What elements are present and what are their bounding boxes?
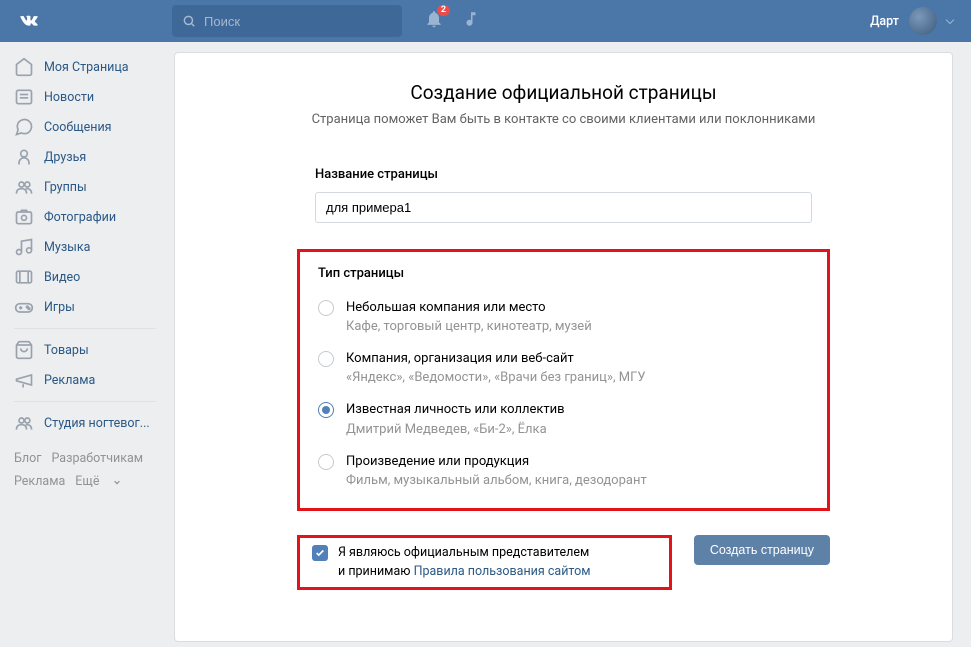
sidebar-item-label: Сообщения bbox=[44, 120, 112, 135]
sidebar-item-8[interactable]: Игры bbox=[6, 292, 164, 322]
radio-subtitle: Кафе, торговый центр, кинотеатр, музей bbox=[346, 319, 809, 334]
ads-icon bbox=[14, 370, 34, 390]
radio-button[interactable] bbox=[318, 351, 334, 367]
sidebar-item3-0[interactable]: Студия ногтевог... bbox=[6, 408, 164, 438]
radio-title: Известная личность или коллектив bbox=[346, 401, 809, 419]
market-icon bbox=[14, 340, 34, 360]
agree-text: Я являюсь официальным представителем и п… bbox=[338, 544, 591, 582]
page-subtitle: Страница поможет Вам быть в контакте со … bbox=[175, 112, 952, 127]
sidebar-item2-0[interactable]: Товары bbox=[6, 335, 164, 365]
header: 2 Дарт bbox=[0, 0, 971, 42]
footer-more[interactable]: Ещё bbox=[75, 471, 121, 494]
groups-icon bbox=[14, 413, 34, 433]
page-name-input[interactable] bbox=[315, 192, 812, 223]
sidebar-item-label: Игры bbox=[44, 300, 75, 315]
friends-icon bbox=[14, 147, 34, 167]
sidebar-item-label: Фотографии bbox=[44, 210, 116, 225]
sidebar-item2-1[interactable]: Реклама bbox=[6, 365, 164, 395]
sidebar-item-label: Студия ногтевог... bbox=[44, 416, 150, 431]
sidebar-item-1[interactable]: Новости bbox=[6, 82, 164, 112]
sidebar-item-4[interactable]: Группы bbox=[6, 172, 164, 202]
vk-logo[interactable] bbox=[14, 6, 44, 36]
news-icon bbox=[14, 87, 34, 107]
type-label: Тип страницы bbox=[318, 266, 809, 281]
agree-checkbox[interactable] bbox=[312, 545, 328, 561]
footer-devs[interactable]: Разработчикам bbox=[51, 451, 143, 466]
photos-icon bbox=[14, 207, 34, 227]
page-title: Создание официальной страницы bbox=[175, 81, 952, 104]
messages-icon bbox=[14, 117, 34, 137]
type-section-highlight: Тип страницы Небольшая компания или мест… bbox=[297, 249, 830, 511]
footer-links: Блог Разработчикам Реклама Ещё bbox=[6, 438, 164, 493]
page-type-option-1[interactable]: Компания, организация или веб-сайт «Яндек… bbox=[318, 342, 809, 393]
sidebar-item-label: Музыка bbox=[44, 240, 90, 255]
radio-button[interactable] bbox=[318, 402, 334, 418]
sidebar-item-label: Моя Страница bbox=[44, 60, 129, 75]
main-content: Создание официальной страницы Страница п… bbox=[174, 52, 953, 642]
music-icon bbox=[14, 237, 34, 257]
page-type-option-2[interactable]: Известная личность или коллектив Дмитрий … bbox=[318, 393, 809, 444]
avatar bbox=[909, 7, 937, 35]
sidebar-item-label: Друзья bbox=[44, 150, 86, 165]
radio-title: Небольшая компания или место bbox=[346, 299, 809, 317]
home-icon bbox=[14, 57, 34, 77]
footer-blog[interactable]: Блог bbox=[14, 451, 41, 466]
sidebar-item-label: Товары bbox=[44, 343, 89, 358]
page-type-option-0[interactable]: Небольшая компания или место Кафе, торгов… bbox=[318, 291, 809, 342]
search-icon bbox=[182, 14, 196, 28]
radio-subtitle: Дмитрий Медведев, «Би-2», Ёлка bbox=[346, 422, 809, 437]
chevron-down-icon bbox=[946, 16, 954, 24]
username: Дарт bbox=[870, 14, 899, 29]
radio-subtitle: «Яндекс», «Ведомости», «Врачи без границ… bbox=[346, 370, 809, 385]
sidebar-item-2[interactable]: Сообщения bbox=[6, 112, 164, 142]
groups-icon bbox=[14, 177, 34, 197]
name-label: Название страницы bbox=[315, 167, 812, 182]
radio-button[interactable] bbox=[318, 454, 334, 470]
sidebar-item-label: Реклама bbox=[44, 373, 95, 388]
create-page-button[interactable]: Создать страницу bbox=[694, 535, 830, 565]
sidebar-item-label: Группы bbox=[44, 180, 87, 195]
user-menu[interactable]: Дарт bbox=[870, 7, 963, 35]
radio-title: Компания, организация или веб-сайт bbox=[346, 350, 809, 368]
video-icon bbox=[14, 267, 34, 287]
footer-ads[interactable]: Реклама bbox=[14, 474, 65, 489]
sidebar-item-label: Видео bbox=[44, 270, 80, 285]
games-icon bbox=[14, 297, 34, 317]
sidebar-item-5[interactable]: Фотографии bbox=[6, 202, 164, 232]
sidebar: Моя Страница Новости Сообщения Друзья Группы… bbox=[0, 52, 164, 642]
notification-badge: 2 bbox=[437, 5, 450, 16]
terms-link[interactable]: Правила пользования сайтом bbox=[414, 564, 591, 579]
notifications-icon[interactable]: 2 bbox=[424, 9, 444, 33]
radio-button[interactable] bbox=[318, 300, 334, 316]
sidebar-item-0[interactable]: Моя Страница bbox=[6, 52, 164, 82]
search-box[interactable] bbox=[172, 5, 402, 37]
sidebar-item-3[interactable]: Друзья bbox=[6, 142, 164, 172]
page-type-option-3[interactable]: Произведение или продукция Фильм, музыкал… bbox=[318, 445, 809, 496]
radio-title: Произведение или продукция bbox=[346, 453, 809, 471]
search-input[interactable] bbox=[204, 14, 392, 29]
radio-subtitle: Фильм, музыкальный альбом, книга, дезодо… bbox=[346, 473, 809, 488]
music-icon[interactable] bbox=[462, 10, 480, 32]
sidebar-item-6[interactable]: Музыка bbox=[6, 232, 164, 262]
agree-highlight: Я являюсь официальным представителем и п… bbox=[297, 535, 672, 591]
sidebar-item-label: Новости bbox=[44, 90, 94, 105]
sidebar-item-7[interactable]: Видео bbox=[6, 262, 164, 292]
